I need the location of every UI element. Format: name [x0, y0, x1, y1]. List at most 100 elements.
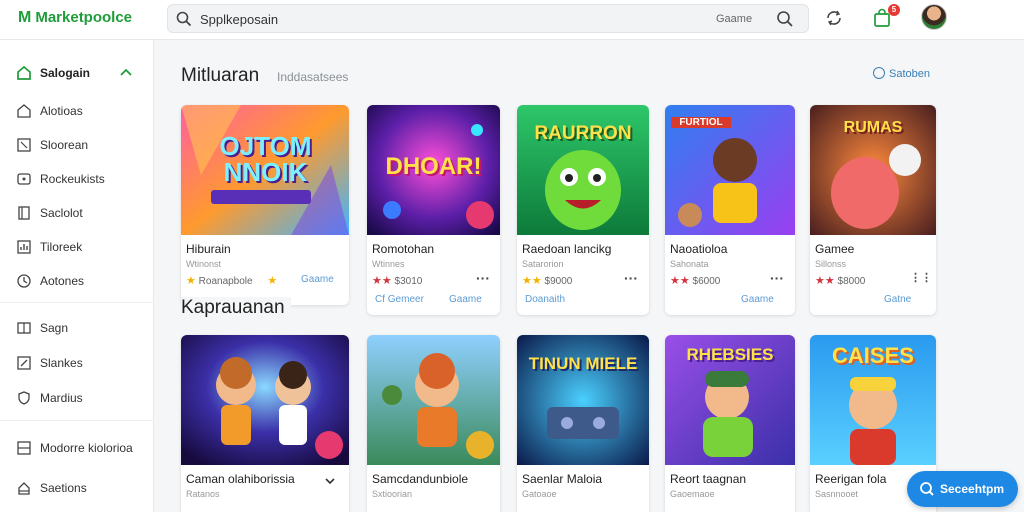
card-title: Caman olahiborissia [186, 472, 295, 486]
card-developer: Gatoaoe [522, 489, 557, 499]
card-tag[interactable]: Gaame [301, 274, 334, 285]
card-title: Reerigan fola [815, 472, 887, 486]
lock-icon [18, 482, 30, 495]
game-art-title: RHEBSIES [686, 345, 774, 364]
square-icon [17, 138, 31, 152]
game-card[interactable]: DHOAR! Romotohan Wtinnes ★★ $3010 ··· Cf… [367, 105, 500, 315]
sidebar-item-6[interactable]: Aotones [0, 268, 154, 294]
card-tag[interactable]: Cf Gemeer [375, 294, 424, 305]
home-icon [17, 65, 31, 80]
card-title: Hiburain [186, 242, 231, 256]
card-developer: Sillonss [815, 259, 847, 269]
sidebar-item-0[interactable]: Salogain [0, 60, 154, 86]
card-tag-secondary[interactable]: Gaame [449, 294, 482, 305]
card-title: Saenlar Maloia [522, 472, 603, 486]
game-thumbnail[interactable]: FURTIOL [665, 105, 795, 235]
sidebar-item-label: Mardius [40, 391, 83, 405]
search-scope-label[interactable]: Gaame [716, 13, 752, 25]
game-thumbnail[interactable]: TINUN MIELE [517, 335, 649, 465]
sidebar-item-3[interactable]: Rockeukists [0, 166, 154, 192]
search-icon [176, 11, 192, 27]
game-art-title: RAURRON [534, 123, 632, 144]
search-bar: Gaame [167, 4, 809, 33]
search-input[interactable] [200, 10, 680, 28]
sidebar-item-label: Sloorean [40, 138, 89, 152]
game-thumbnail[interactable] [181, 335, 349, 465]
card-tag[interactable]: Doanaith [525, 294, 565, 305]
search-submit-icon[interactable] [776, 10, 794, 28]
circle-icon [873, 67, 885, 79]
star-icon: ★ [186, 275, 196, 287]
more-options-icon[interactable]: ··· [475, 271, 491, 287]
search-icon [920, 482, 934, 496]
ball-icon[interactable] [466, 431, 494, 459]
card-developer: Sahonata [670, 259, 709, 269]
avatar[interactable] [921, 4, 947, 30]
game-card[interactable]: TINUN MIELE Saenlar Maloia Gatoaoe [517, 335, 649, 512]
sidebar-item-10[interactable]: Modorre kiolorioa [0, 435, 154, 461]
sidebar-item-label: Rockeukists [40, 172, 105, 186]
game-card[interactable]: Caman olahiborissia Ratanos [181, 335, 349, 512]
notification-badge: 5 [888, 4, 900, 16]
chevron-down-icon[interactable] [324, 475, 336, 487]
chevron-up-icon[interactable] [119, 66, 133, 80]
rating-label: $8000 [837, 276, 866, 287]
card-developer: Wtinonst [186, 259, 222, 269]
floating-search-button[interactable]: Seceehtpm [907, 471, 1018, 507]
card-title: Gamee [815, 242, 855, 256]
cart-icon [17, 173, 31, 185]
rating-label: Roanapbole [198, 276, 253, 287]
game-thumbnail[interactable]: CAISES [810, 335, 936, 465]
game-card[interactable]: RHEBSIES Reort taagnan Gaoemaoe [665, 335, 795, 512]
sidebar-item-label: Slankes [40, 356, 83, 370]
game-thumbnail[interactable]: RHEBSIES [665, 335, 795, 465]
star-icon: ★★ [670, 275, 690, 287]
star-icon: ★★ [372, 275, 392, 287]
heart-icon[interactable] [466, 201, 494, 229]
more-options-icon[interactable]: ··· [623, 271, 639, 287]
card-title: Romotohan [372, 242, 435, 256]
sidebar-item-label: Sagn [40, 321, 69, 335]
card-developer: Sasnnooet [815, 489, 859, 499]
game-thumbnail[interactable]: OJTOM NNOIK [181, 105, 349, 235]
game-thumbnail[interactable]: DHOAR! [367, 105, 500, 235]
app-logo[interactable]: M Marketpoolce [18, 9, 132, 27]
rating-label: $6000 [692, 276, 721, 287]
star-icon: ★★ [815, 275, 835, 287]
game-card[interactable]: OJTOM NNOIK Hiburain Wtinonst ★ Roanapbo… [181, 105, 349, 305]
heart-icon[interactable] [315, 431, 343, 459]
sidebar-item-4[interactable]: Saclolot [0, 200, 154, 226]
see-all-link[interactable]: Satoben [873, 67, 930, 80]
game-thumbnail[interactable]: RUMAS [810, 105, 936, 235]
card-tag[interactable]: Gaame [741, 294, 774, 305]
sidebar-item-label: Tiloreek [40, 240, 83, 254]
game-card[interactable]: RUMAS Gamee Sillonss ★★ $8000 ⋮⋮ Gatne [810, 105, 936, 315]
game-thumbnail[interactable] [367, 335, 500, 465]
card-developer: Satarorion [522, 259, 564, 269]
rating-label: $3010 [394, 276, 423, 287]
game-art-title: FURTIOL [671, 117, 731, 128]
sidebar-item-7[interactable]: Sagn [0, 315, 154, 341]
sidebar-item-label: Aotones [40, 274, 85, 288]
sidebar-item-5[interactable]: Tiloreek [0, 234, 154, 260]
game-thumbnail[interactable]: RAURRON [517, 105, 649, 235]
more-options-icon[interactable]: ⋮⋮ [910, 273, 932, 289]
game-card[interactable]: RAURRON Raedoan lancikg Satarorion ★★ $9… [517, 105, 649, 315]
sidebar-item-9[interactable]: Mardius [0, 385, 154, 411]
logo-text: Marketpoolce [35, 9, 133, 26]
card-developer: Ratanos [186, 489, 220, 499]
logo-mark: M [18, 9, 32, 26]
sidebar-item-8[interactable]: Slankes [0, 350, 154, 376]
game-card[interactable]: FURTIOL Naoatioloa Sahonata ★★ $6000 ···… [665, 105, 795, 315]
more-options-icon[interactable]: ··· [769, 271, 785, 287]
sidebar-item-label: Alotioas [40, 104, 83, 118]
sidebar-item-label: Salogain [40, 66, 91, 80]
card-tag[interactable]: Gatne [884, 294, 911, 305]
sidebar-item-2[interactable]: Sloorean [0, 132, 154, 158]
sidebar-item-1[interactable]: Alotioas [0, 98, 154, 124]
sidebar-item-11[interactable]: Saetions [0, 475, 154, 501]
game-card[interactable]: Samcdandunbiole Sxtioorian [367, 335, 500, 512]
sidebar: Salogain Alotioas Sloorean Rockeukists S… [0, 40, 154, 512]
sidebar-divider [0, 420, 154, 421]
sync-icon[interactable] [823, 7, 845, 29]
